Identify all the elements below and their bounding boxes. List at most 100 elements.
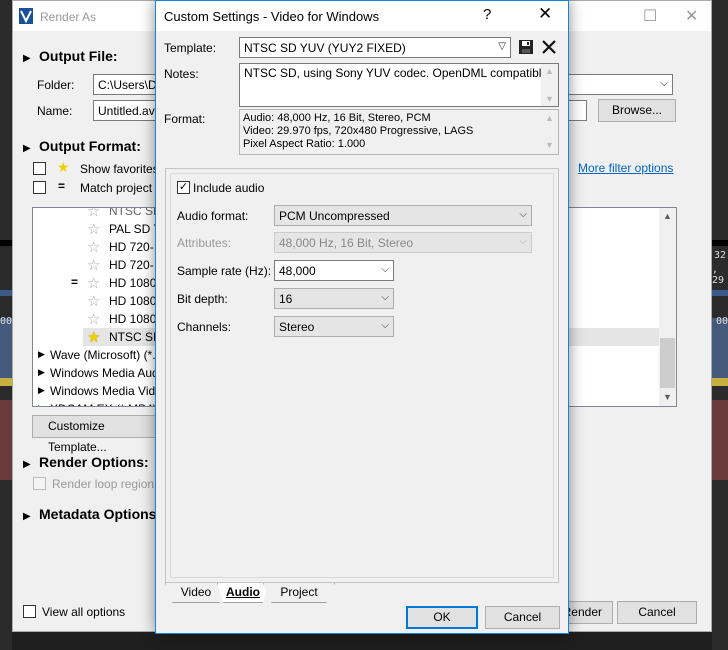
- ruler-text: 00: [716, 316, 728, 327]
- scroll-thumb[interactable]: [660, 338, 675, 388]
- tree-item-label: Windows Media Audio: [50, 366, 169, 380]
- tab-audio[interactable]: Audio: [217, 583, 269, 603]
- match-project-label: Match project: [80, 181, 153, 195]
- render-loop-checkbox[interactable]: [33, 477, 46, 490]
- chevron-down-icon: ⌵: [381, 264, 389, 275]
- tree-item-label: NTSC SD: [109, 207, 162, 218]
- tree-item-label: Windows Media Video: [50, 384, 169, 398]
- scroll-up-icon[interactable]: ▲: [541, 112, 558, 125]
- folder-label: Folder:: [37, 78, 75, 92]
- chevron-down-icon[interactable]: ⌵: [660, 78, 668, 89]
- browse-button[interactable]: Browse...: [598, 99, 676, 122]
- maximize-icon[interactable]: ☐: [643, 6, 657, 26]
- expand-triangle-icon[interactable]: ▶: [38, 403, 45, 406]
- star-icon: ★: [57, 159, 70, 175]
- format-label: Format:: [164, 112, 206, 126]
- collapse-triangle-icon: ▶: [23, 511, 31, 522]
- output-file-heading[interactable]: ▶ Output File:: [23, 48, 118, 64]
- render-as-title: Render As: [40, 10, 97, 24]
- include-audio-checkbox[interactable]: ✓: [177, 181, 190, 194]
- chevron-down-icon: ⌵: [519, 236, 527, 247]
- close-icon[interactable]: ✕: [538, 4, 552, 24]
- match-project-checkbox[interactable]: [33, 181, 46, 194]
- close-icon[interactable]: ✕: [685, 6, 698, 26]
- cancel-button[interactable]: Cancel: [485, 606, 560, 629]
- view-all-options-label: View all options: [42, 605, 126, 619]
- tab-video[interactable]: Video: [165, 583, 227, 603]
- format-line: Pixel Aspect Ratio: 1.000: [243, 138, 366, 150]
- tree-item-label: HD 1080: [109, 276, 157, 290]
- attributes-label: Attributes:: [177, 236, 232, 250]
- notes-textarea[interactable]: NTSC SD, using Sony YUV codec. OpenDML c…: [239, 63, 559, 107]
- customize-template-button[interactable]: Customize Template...: [32, 415, 162, 454]
- sample-rate-label: Sample rate (Hz):: [177, 264, 272, 278]
- tree-item-label: HD 720-: [109, 240, 154, 254]
- chevron-down-icon: ⌵: [519, 209, 527, 220]
- star-icon[interactable]: ☆: [87, 238, 100, 256]
- channels-label: Channels:: [177, 320, 232, 334]
- collapse-triangle-icon: ▶: [23, 143, 31, 154]
- format-scrollbar[interactable]: ▲ ▼: [541, 110, 558, 154]
- scroll-up-icon[interactable]: ▲: [541, 66, 558, 76]
- delete-icon[interactable]: [541, 39, 557, 55]
- star-icon[interactable]: ☆: [87, 220, 100, 238]
- star-icon[interactable]: ☆: [87, 274, 100, 292]
- include-audio-label: Include audio: [193, 181, 265, 195]
- ruler-text: 32,: [714, 250, 728, 261]
- ok-button[interactable]: OK: [406, 606, 478, 629]
- tab-project[interactable]: Project: [263, 583, 335, 603]
- tree-item-label: HD 1080: [109, 294, 157, 308]
- attributes-select[interactable]: 48,000 Hz, 16 Bit, Stereo ⌵: [274, 232, 532, 253]
- channels-select[interactable]: Stereo ⌵: [274, 316, 394, 337]
- audio-format-select[interactable]: PCM Uncompressed ⌵: [274, 205, 532, 226]
- output-format-heading[interactable]: ▶ Output Format:: [23, 138, 141, 154]
- ruler-text: 00: [0, 316, 13, 327]
- notes-label: Notes:: [164, 67, 199, 81]
- dialog-titlebar: Custom Settings - Video for Windows ? ✕: [156, 1, 568, 31]
- save-icon[interactable]: [518, 39, 534, 55]
- bit-depth-select[interactable]: 16 ⌵: [274, 288, 394, 309]
- metadata-options-heading[interactable]: ▶ Metadata Options:: [23, 506, 161, 522]
- view-all-options-checkbox[interactable]: [23, 605, 36, 618]
- name-label: Name:: [37, 104, 73, 118]
- star-icon[interactable]: ☆: [87, 208, 100, 220]
- equals-icon: =: [58, 179, 66, 193]
- ruler-text: , 29: [712, 264, 725, 286]
- tree-item-label: HD 720-: [109, 258, 154, 272]
- help-icon[interactable]: ?: [483, 6, 491, 23]
- scroll-down-icon[interactable]: ▼: [541, 94, 558, 104]
- render-cancel-button[interactable]: Cancel: [617, 601, 697, 624]
- expand-triangle-icon[interactable]: ▶: [38, 349, 45, 360]
- chevron-down-icon: ⌵: [381, 320, 389, 331]
- scroll-down-icon[interactable]: ▼: [541, 139, 558, 152]
- template-select[interactable]: NTSC SD YUV (YUY2 FIXED) ▽: [239, 37, 511, 58]
- more-filter-options-link[interactable]: More filter options: [578, 161, 673, 175]
- tree-item-label: PAL SD Y: [109, 222, 162, 236]
- notes-scrollbar[interactable]: ▲ ▼: [541, 64, 558, 106]
- tree-item-label: HD 1080: [109, 312, 157, 326]
- expand-triangle-icon[interactable]: ▶: [38, 385, 45, 396]
- sample-rate-select[interactable]: 48,000 ⌵: [274, 260, 394, 281]
- tree-item-label: NTSC SD: [109, 330, 162, 344]
- scroll-up-icon[interactable]: ▲: [659, 208, 676, 225]
- audio-settings-panel: ✓ Include audio Audio format: PCM Uncomp…: [165, 168, 559, 583]
- star-icon[interactable]: ☆: [87, 292, 100, 310]
- show-favorites-checkbox[interactable]: [33, 162, 46, 175]
- expand-triangle-icon[interactable]: ▶: [38, 367, 45, 378]
- show-favorites-label: Show favorites: [80, 162, 159, 176]
- dialog-title: Custom Settings - Video for Windows: [164, 9, 380, 24]
- collapse-triangle-icon: ▶: [23, 53, 31, 64]
- chevron-down-icon: ▽: [498, 41, 506, 52]
- tree-scrollbar[interactable]: ▲ ▼: [659, 208, 676, 406]
- star-icon[interactable]: ★: [87, 328, 100, 346]
- vegas-app-icon: [19, 8, 33, 24]
- chevron-down-icon: ⌵: [381, 292, 389, 303]
- custom-settings-dialog: Custom Settings - Video for Windows ? ✕ …: [155, 0, 569, 634]
- star-icon[interactable]: ☆: [87, 310, 100, 328]
- audio-format-label: Audio format:: [177, 209, 249, 223]
- star-icon[interactable]: ☆: [87, 256, 100, 274]
- bit-depth-label: Bit depth:: [177, 292, 228, 306]
- render-options-heading[interactable]: ▶ Render Options:: [23, 454, 149, 470]
- format-line: Audio: 48,000 Hz, 16 Bit, Stereo, PCM: [243, 112, 431, 124]
- scroll-down-icon[interactable]: ▼: [659, 389, 676, 406]
